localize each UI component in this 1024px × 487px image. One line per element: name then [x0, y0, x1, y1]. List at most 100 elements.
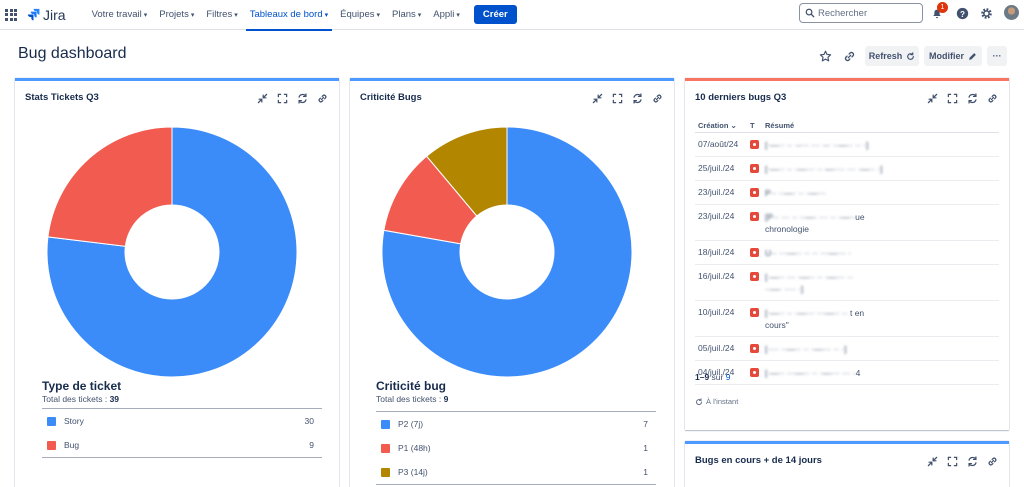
table-row[interactable]: 10/juil./24 [·—·· ·· ·—··· ···—·· ·· t e… [695, 300, 999, 337]
bug-summary[interactable]: [·—·· ·· ·—··· ···—·· ·· t en cours" [762, 300, 999, 337]
link-icon[interactable] [651, 92, 664, 105]
bug-summary[interactable]: [···· ··—·· ·· ·—··· ·· ·] [762, 336, 999, 361]
edit-dashboard-button[interactable]: Modifier [924, 46, 982, 66]
created-date: 23/juil./24 [695, 204, 747, 241]
column-label: Création [698, 120, 729, 130]
gadget-ticket-stats: Stats Tickets Q3 Type de ticket Total de… [15, 78, 339, 487]
minimize-icon[interactable] [926, 455, 939, 468]
user-avatar[interactable] [1004, 5, 1019, 20]
fullscreen-icon[interactable] [946, 455, 959, 468]
more-actions-button[interactable]: ··· [987, 46, 1007, 66]
app-switcher-icon[interactable] [5, 8, 17, 21]
refresh-icon[interactable] [296, 92, 309, 105]
table-row[interactable]: 16/juil./24 [·—·· ··· ·—·· ·· ·—··· ·· ··… [695, 264, 999, 301]
redacted-text: [·—·· ··· ·—·· ·· ·—··· ·· ··—· ···· ·] [765, 271, 853, 294]
help-icon[interactable]: ? [955, 6, 969, 20]
star-icon[interactable] [818, 49, 832, 63]
legend-count: 30 [304, 416, 314, 426]
fullscreen-icon[interactable] [276, 92, 289, 105]
refresh-time: À l'instant [706, 397, 739, 406]
bug-summary[interactable]: U·· ···—·· ·· ·· ···—··· · [762, 240, 999, 265]
page-title: Bug dashboard [18, 45, 127, 62]
table-row[interactable]: 18/juil./24 U·· ···—·· ·· ·· ···—··· · [695, 240, 999, 265]
chevron-down-icon: ▾ [417, 11, 422, 19]
legend-row-story[interactable]: Story 30 [42, 409, 322, 433]
created-date: 10/juil./24 [695, 300, 747, 337]
created-date: 16/juil./24 [695, 264, 747, 301]
nav-dashboards[interactable]: Tableaux de bord ▾ [244, 0, 334, 31]
minimize-icon[interactable] [591, 92, 604, 105]
redacted-text: [·—·· ·· ·—··· ···—·· ·· [765, 307, 850, 318]
nav-apps[interactable]: Appli ▾ [427, 0, 466, 30]
link-icon[interactable] [842, 49, 856, 63]
link-icon[interactable] [986, 455, 999, 468]
bug-icon [750, 187, 759, 197]
bug-summary[interactable]: [·—·· ···—·· ·· ·—··· ··· ·4 [762, 360, 999, 385]
table-header: Création ⌄ T Résumé [695, 119, 999, 133]
table-row[interactable]: 25/juil./24 [·—·· ·· ·—··· ·· —···· ··· … [695, 156, 999, 181]
search-placeholder: Rechercher [818, 7, 868, 19]
nav-your-work[interactable]: Votre travail ▾ [86, 0, 154, 30]
fullscreen-icon[interactable] [946, 92, 959, 105]
fullscreen-icon[interactable] [611, 92, 624, 105]
chevron-down-icon: ▾ [376, 11, 380, 19]
bug-summary[interactable]: [·—·· ··· ·—·· ·· ·—··· ·· ··—· ···· ·] [762, 264, 999, 301]
column-summary[interactable]: Résumé [762, 119, 999, 133]
bug-summary[interactable]: [·—·· ·· ·—··· ·· —···· ··· ·—·· ·] [762, 156, 999, 181]
bug-summary[interactable]: P·· ··—· ·· ·—··· [762, 180, 999, 205]
chevron-down-icon: ▾ [324, 11, 329, 19]
minimize-icon[interactable] [256, 92, 269, 105]
table-row[interactable]: 04/juil./24 [·—·· ···—·· ·· ·—··· ··· ·4 [695, 360, 999, 385]
summary-visible-part: cours" [765, 319, 789, 330]
legend-row-bug[interactable]: Bug 9 [42, 433, 322, 457]
product-name: Jira [43, 6, 66, 23]
nav-teams[interactable]: Équipes ▾ [334, 0, 386, 30]
column-creation[interactable]: Création ⌄ [695, 119, 747, 133]
link-icon[interactable] [986, 92, 999, 105]
bug-summary[interactable]: [·—·· ·· ·-··· ··· ·-· ··—·· ·· ·] [762, 132, 999, 157]
bug-summary[interactable]: [P·· ··· ·· ··—· ··· ·· ·—··ue chronologi… [762, 204, 999, 241]
legend-swatch [381, 443, 390, 453]
table-row[interactable]: 23/juil./24 P·· ··—· ·· ·—··· [695, 180, 999, 205]
redacted-text: [P·· ··· ·· ··—· ··· ·· ·—·· [765, 211, 856, 222]
legend-label: P1 (48h) [398, 443, 431, 453]
column-type[interactable]: T [747, 119, 762, 133]
legend-table: Story 30 Bug 9 [42, 408, 322, 458]
search-input[interactable]: Rechercher [799, 3, 923, 23]
create-button[interactable]: Créer [473, 5, 517, 24]
link-icon[interactable] [316, 92, 329, 105]
last-refreshed: À l'instant [695, 397, 738, 406]
paging-total-link[interactable]: 9 [726, 372, 731, 382]
bug-icon [750, 163, 759, 173]
bug-icon [750, 367, 759, 377]
table-row[interactable]: 23/juil./24 [P·· ··· ·· ··—· ··· ·· ·—··… [695, 204, 999, 241]
refresh-icon[interactable] [966, 455, 979, 468]
redacted-text: [·—·· ···—·· ·· ·—··· ··· · [765, 367, 856, 378]
refresh-button[interactable]: Refresh [865, 46, 919, 66]
table-row[interactable]: 05/juil./24 [···· ··—·· ·· ·—··· ·· ·] [695, 336, 999, 361]
bug-icon [750, 307, 759, 317]
refresh-icon [696, 397, 703, 405]
jira-logo[interactable]: Jira [27, 7, 66, 23]
refresh-icon[interactable] [631, 92, 644, 105]
chevron-down-icon: ▾ [456, 11, 460, 19]
nav-filters[interactable]: Filtres ▾ [200, 0, 243, 30]
refresh-icon[interactable] [966, 92, 979, 105]
legend-title: Type de ticket [42, 379, 122, 393]
table-row[interactable]: 07/août/24 [·—·· ·· ·-··· ··· ·-· ··—·· … [695, 132, 999, 157]
legend-row-p3[interactable]: P3 (14j) 1 [376, 460, 656, 484]
legend-row-p2[interactable]: P2 (7j) 7 [376, 412, 656, 436]
nav-label: Filtres [206, 9, 233, 20]
summary-visible-part: 4 [855, 367, 861, 378]
bug-icon [750, 247, 759, 257]
bug-type-cell [747, 336, 762, 361]
edit-label: Modifier [929, 51, 964, 61]
legend-row-p1[interactable]: P1 (48h) 1 [376, 436, 656, 460]
nav-plans[interactable]: Plans ▾ [386, 0, 427, 30]
bug-icon [750, 271, 759, 281]
minimize-icon[interactable] [926, 92, 939, 105]
donut-hole [124, 204, 220, 300]
nav-projects[interactable]: Projets ▾ [153, 0, 200, 30]
notifications-badge: 1 [937, 2, 948, 13]
settings-gear-icon[interactable] [979, 6, 993, 20]
